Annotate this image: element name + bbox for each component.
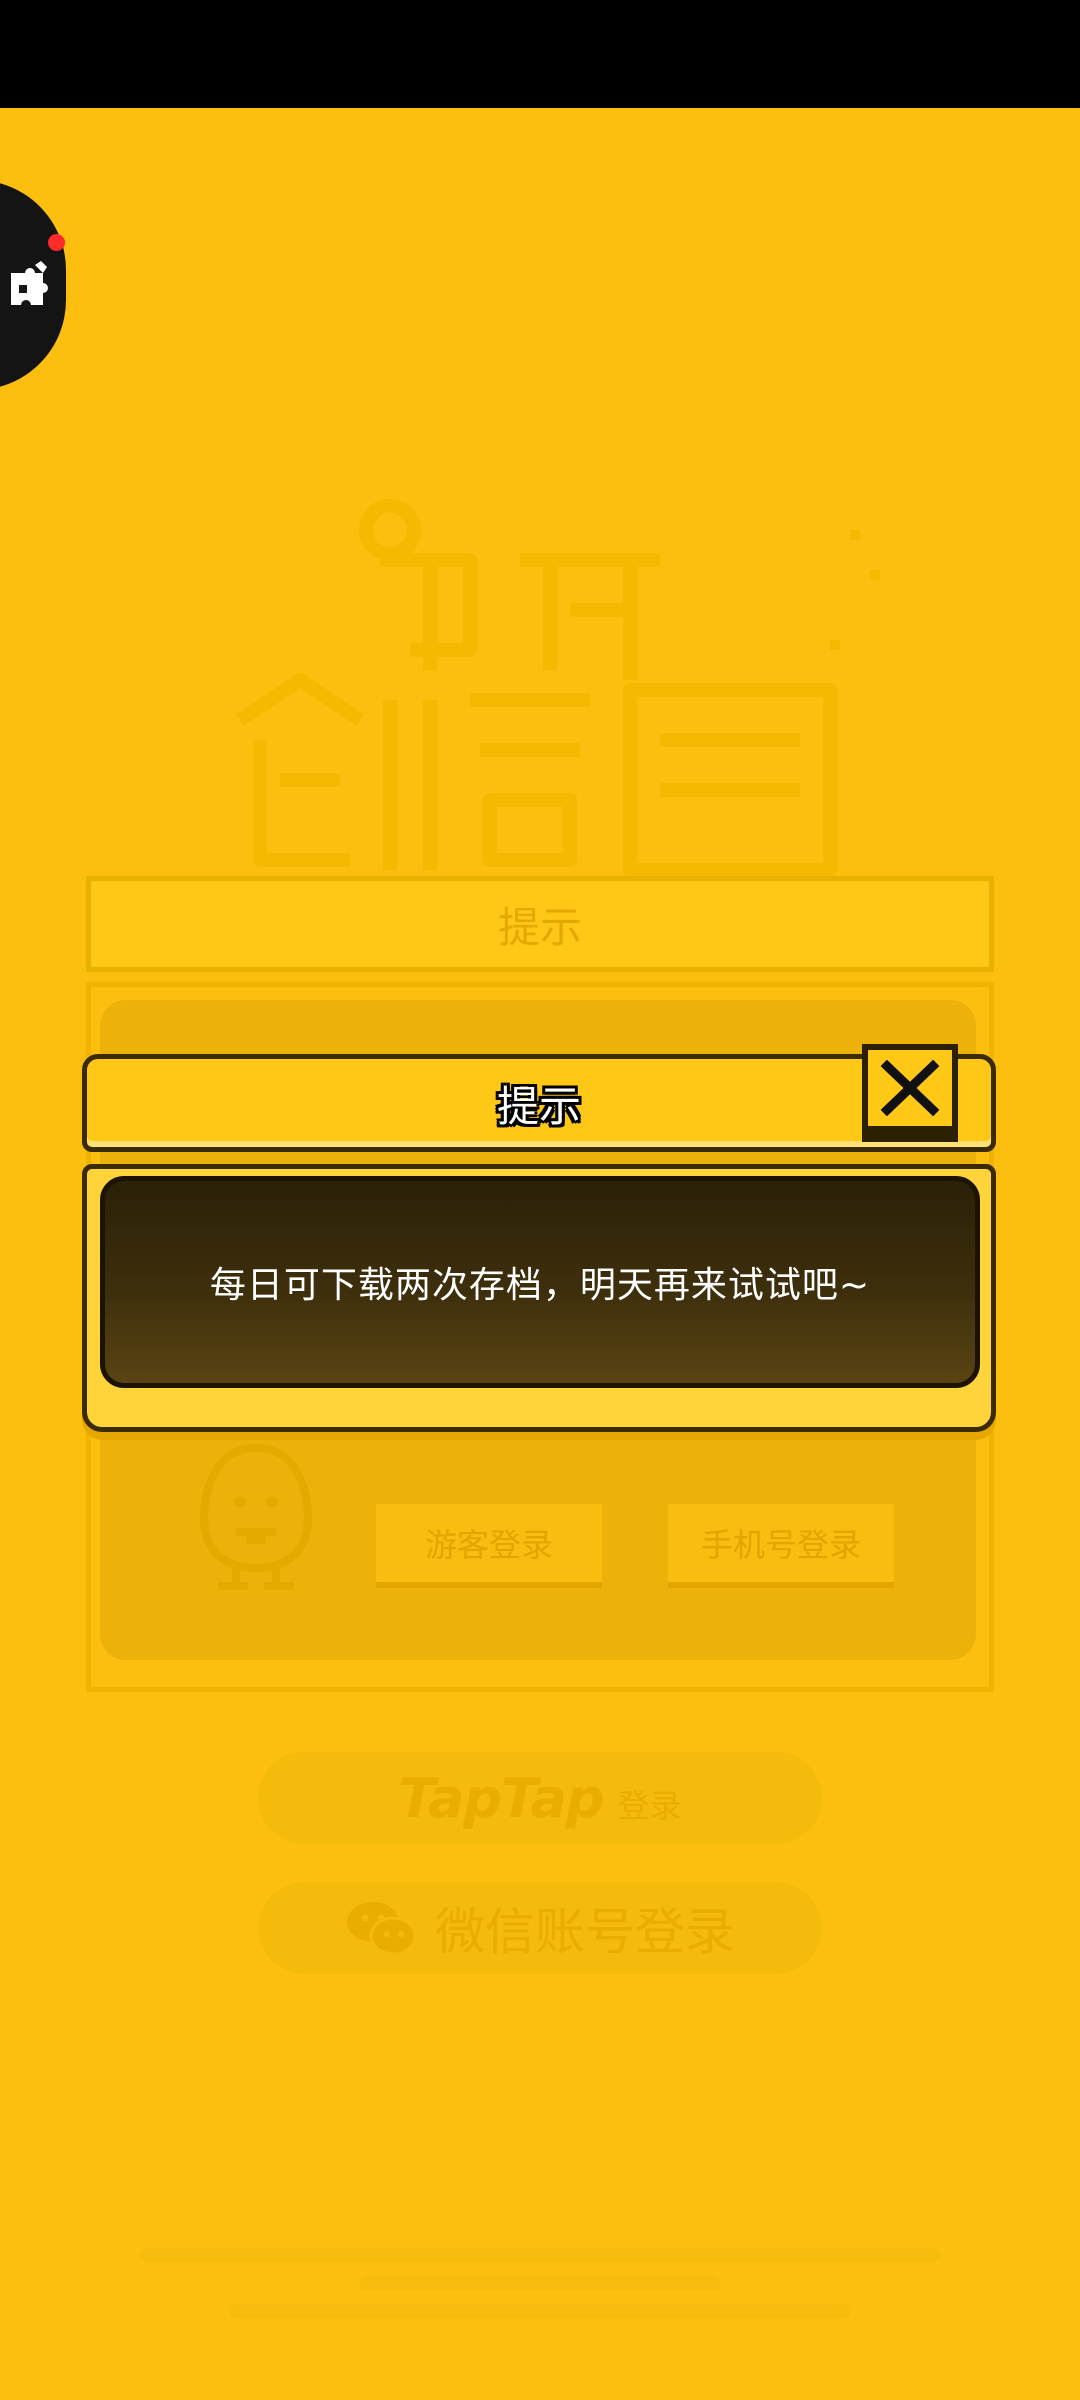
dialog-message: 每日可下载两次存档，明天再来试试吧~ <box>209 1265 871 1306</box>
wechat-icon <box>347 1902 417 1956</box>
background-panel-title: 提示 <box>497 902 582 952</box>
phone-login-label: 手机号登录 <box>700 1526 861 1564</box>
mascot-image <box>199 1443 313 1590</box>
background-footnote-line <box>140 2248 940 2262</box>
puzzle-icon <box>11 261 48 305</box>
dialog-message-box: 每日可下载两次存档，明天再来试试吧~ <box>100 1176 980 1388</box>
taptap-login-button: TapTap 登录 <box>258 1752 822 1844</box>
game-logo <box>236 499 880 877</box>
guest-login-button: 游客登录 <box>376 1504 602 1588</box>
dialog-title: 提示 <box>496 1081 581 1131</box>
dialog-header: 提示 <box>82 1054 996 1152</box>
background-footnote-line <box>360 2276 720 2290</box>
taptap-login-label: 登录 <box>617 1787 682 1825</box>
wechat-login-label: 微信账号登录 <box>435 1903 735 1961</box>
dialog-close-button[interactable] <box>862 1044 958 1132</box>
wechat-login-button: 微信账号登录 <box>258 1882 822 1974</box>
taptap-logo-text: TapTap <box>398 1766 604 1830</box>
notification-badge <box>48 234 65 251</box>
background-panel-header: 提示 <box>86 876 994 972</box>
close-icon <box>880 1060 940 1116</box>
phone-login-button: 手机号登录 <box>668 1504 894 1588</box>
status-bar <box>0 0 1080 108</box>
background-footnote-line <box>230 2304 850 2318</box>
guest-login-label: 游客登录 <box>424 1526 553 1564</box>
